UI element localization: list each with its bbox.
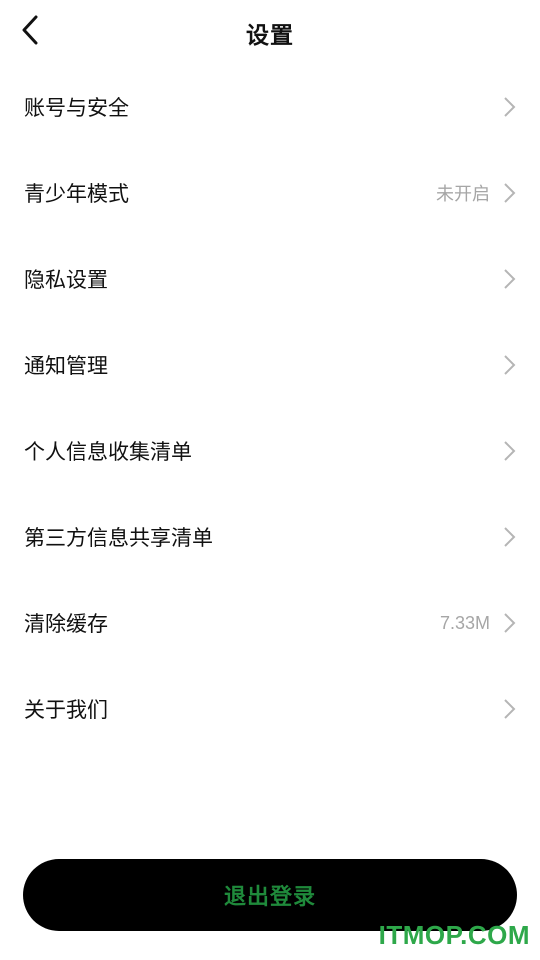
chevron-right-icon [502, 268, 516, 290]
menu-item-about-us[interactable]: 关于我们 [0, 666, 540, 752]
menu-item-account-security[interactable]: 账号与安全 [0, 64, 540, 150]
chevron-right-icon [502, 440, 516, 462]
page-title: 设置 [246, 23, 294, 49]
menu-item-label: 隐私设置 [24, 268, 108, 292]
chevron-right-icon [502, 526, 516, 548]
menu-item-personal-info-list[interactable]: 个人信息收集清单 [0, 408, 540, 494]
chevron-right-icon [502, 698, 516, 720]
menu-item-label: 第三方信息共享清单 [24, 526, 213, 550]
menu-item-third-party-sharing-list[interactable]: 第三方信息共享清单 [0, 494, 540, 580]
menu-item-clear-cache[interactable]: 清除缓存 7.33M [0, 580, 540, 666]
chevron-right-icon [502, 354, 516, 376]
logout-label: 退出登录 [223, 885, 316, 910]
teen-mode-status: 未开启 [436, 184, 490, 204]
menu-item-label: 个人信息收集清单 [24, 440, 192, 464]
menu-item-label: 关于我们 [24, 698, 108, 722]
watermark: ITMOP.COM [378, 920, 530, 950]
chevron-right-icon [502, 182, 516, 204]
menu-item-teen-mode[interactable]: 青少年模式 未开启 [0, 150, 540, 236]
header: 设置 [0, 0, 540, 66]
menu-item-label: 通知管理 [24, 354, 108, 378]
chevron-right-icon [502, 612, 516, 634]
menu-item-label: 清除缓存 [24, 612, 108, 636]
chevron-right-icon [502, 96, 516, 118]
menu-item-notification-management[interactable]: 通知管理 [0, 322, 540, 408]
menu-item-label: 账号与安全 [24, 96, 129, 120]
menu-item-privacy-settings[interactable]: 隐私设置 [0, 236, 540, 322]
cache-size: 7.33M [439, 612, 490, 633]
menu-item-label: 青少年模式 [24, 182, 129, 206]
settings-menu: 账号与安全 青少年模式 未开启 隐私设置 通知管理 个人信息收集清单 第三方信息… [0, 64, 540, 752]
